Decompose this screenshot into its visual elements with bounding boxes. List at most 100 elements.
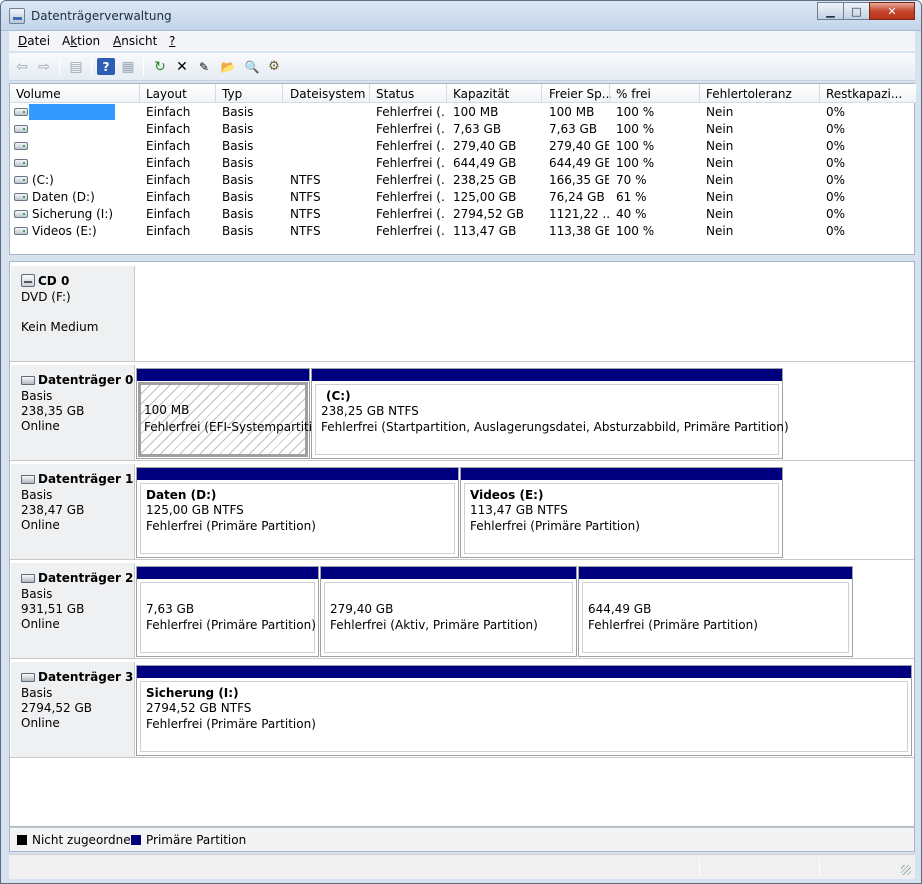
col-status[interactable]: Status xyxy=(376,87,446,101)
disk-0-label[interactable]: Datenträger 0 Basis 238,35 GB Online xyxy=(11,365,135,461)
table-row[interactable]: Videos (E:) Einfach Basis NTFS Fehlerfrei (.… xyxy=(10,223,916,240)
table-row[interactable]: (C:) Einfach Basis NTFS Fehlerfrei (... 238,2… xyxy=(10,172,916,189)
cell-cap: 2794,52 GB xyxy=(453,207,524,221)
cell-cap: 279,40 GB xyxy=(453,139,517,153)
table-row[interactable]: Einfach Basis Fehlerfrei (... 279,40 GB 279,… xyxy=(10,138,916,155)
forward-icon[interactable]: ⇨ xyxy=(35,58,53,75)
legend-unallocated-swatch xyxy=(17,835,27,845)
col-layout[interactable]: Layout xyxy=(146,87,216,101)
disk-management-icon xyxy=(9,8,25,24)
wizard-icon[interactable]: ✎ xyxy=(195,58,213,75)
col-fehlertoleranz[interactable]: Fehlertoleranz xyxy=(706,87,816,101)
partition-disk2-1[interactable]: 7,63 GB Fehlerfrei (Primäre Partition) xyxy=(136,566,319,657)
partition-videos[interactable]: Videos (E:) 113,47 GB NTFS Fehlerfrei (P… xyxy=(460,467,783,558)
partition-status: Fehlerfrei (EFI-Systempartition) xyxy=(144,420,332,434)
col-dateisystem[interactable]: Dateisystem xyxy=(290,87,370,101)
table-row[interactable]: Sicherung (I:) Einfach Basis NTFS Fehlerfrei… xyxy=(10,206,916,223)
col-typ[interactable]: Typ xyxy=(222,87,282,101)
disk-3-label[interactable]: Datenträger 3 Basis 2794,52 GB Online xyxy=(11,662,135,758)
cell-fs: NTFS xyxy=(290,173,321,187)
resize-grip-icon[interactable] xyxy=(901,865,911,875)
disk-1-label[interactable]: Datenträger 1 Basis 238,47 GB Online xyxy=(11,464,135,560)
cell-pct: 61 % xyxy=(616,190,647,204)
partition-disk2-2[interactable]: 279,40 GB Fehlerfrei (Aktiv, Primäre Par… xyxy=(320,566,577,657)
cell-typ: Basis xyxy=(222,207,254,221)
volume-icon xyxy=(14,176,28,184)
cell-cap: 100 MB xyxy=(453,105,499,119)
partition-status: Fehlerfrei (Startpartition, Auslagerungs… xyxy=(321,420,789,434)
disk-2-label[interactable]: Datenträger 2 Basis 931,51 GB Online xyxy=(11,563,135,659)
col-freier-speicher[interactable]: Freier Sp... xyxy=(549,87,611,101)
window-title: Datenträgerverwaltung xyxy=(31,9,172,23)
title-bar[interactable]: Datenträgerverwaltung ▁ □ ✕ xyxy=(1,1,921,31)
maximize-button[interactable]: □ xyxy=(843,2,870,20)
cell-typ: Basis xyxy=(222,139,254,153)
table-row[interactable]: Daten (D:) Einfach Basis NTFS Fehlerfrei (..… xyxy=(10,189,916,206)
table-row[interactable]: Einfach Basis Fehlerfrei (... 644,49 GB 644,… xyxy=(10,155,916,172)
menu-datei[interactable]: Datei xyxy=(18,34,50,48)
back-icon[interactable]: ⇦ xyxy=(13,58,31,75)
table-row[interactable]: Einfach Basis Fehlerfrei (... 100 MB 100 MB 1… xyxy=(10,104,916,121)
cell-fs: NTFS xyxy=(290,224,321,238)
volume-icon xyxy=(14,227,28,235)
delete-icon[interactable]: ✕ xyxy=(173,58,191,75)
cell-free: 76,24 GB xyxy=(549,190,605,204)
menu-help[interactable]: ? xyxy=(169,34,175,48)
settings-icon[interactable]: ⚙ xyxy=(265,58,283,75)
cell-free: 644,49 GB xyxy=(549,156,609,170)
cell-status: Fehlerfrei (... xyxy=(376,207,444,221)
volume-icon xyxy=(14,108,28,116)
partition-title: Videos (E:) xyxy=(470,488,544,502)
table-row[interactable]: Einfach Basis Fehlerfrei (... 7,63 GB 7,63 G… xyxy=(10,121,916,138)
cell-pct: 100 % xyxy=(616,156,655,170)
disk-state: Online xyxy=(21,518,60,532)
volume-list[interactable]: Volume Layout Typ Dateisystem Status Kap… xyxy=(9,83,916,255)
partition-size: 238,25 GB NTFS xyxy=(321,404,419,418)
open-folder-icon[interactable]: 📂 xyxy=(219,58,237,75)
cell-ft: Nein xyxy=(706,224,734,238)
minimize-button[interactable]: ▁ xyxy=(817,2,844,20)
col-volume[interactable]: Volume xyxy=(16,87,136,101)
help-icon[interactable]: ? xyxy=(97,58,115,75)
disk-size: 931,51 GB xyxy=(21,602,85,616)
menu-bar: Datei Aktion Ansicht ? xyxy=(9,31,915,52)
refresh-icon[interactable]: ↻ xyxy=(151,58,169,75)
partition-title: Sicherung (I:) xyxy=(146,686,239,700)
cell-typ: Basis xyxy=(222,156,254,170)
col-restkapazitaet[interactable]: Restkapazi... xyxy=(826,87,912,101)
partition-daten[interactable]: Daten (D:) 125,00 GB NTFS Fehlerfrei (Pr… xyxy=(136,467,459,558)
disk-type: Basis xyxy=(21,587,53,601)
legend-unallocated: Nicht zugeordnet xyxy=(32,833,136,847)
disk-name: Datenträger 2 xyxy=(38,571,134,585)
partition-efi[interactable]: 100 MB Fehlerfrei (EFI-Systempartition) xyxy=(136,368,332,459)
menu-ansicht[interactable]: Ansicht xyxy=(113,34,157,48)
cell-free: 100 MB xyxy=(549,105,595,119)
col-kapazitaet[interactable]: Kapazität xyxy=(453,87,543,101)
partition-size: 100 MB xyxy=(144,403,190,417)
cd-label[interactable]: CD 0 DVD (F:) Kein Medium xyxy=(11,266,135,362)
close-button[interactable]: ✕ xyxy=(869,2,915,20)
console-tree-icon[interactable]: ▤ xyxy=(67,58,85,75)
search-icon[interactable]: 🔍 xyxy=(243,58,261,75)
menu-aktion[interactable]: Aktion xyxy=(62,34,100,48)
disk-type: Basis xyxy=(21,488,53,502)
cell-rest: 0% xyxy=(826,173,846,187)
cell-ft: Nein xyxy=(706,105,734,119)
cd-drive-icon xyxy=(21,274,35,287)
properties-icon[interactable]: ▦ xyxy=(119,58,137,75)
disk-icon xyxy=(21,574,35,583)
cell-layout: Einfach xyxy=(146,207,191,221)
cell-name: Videos (E:) xyxy=(32,224,97,238)
cell-rest: 0% xyxy=(826,105,846,119)
cell-layout: Einfach xyxy=(146,139,191,153)
disk-icon xyxy=(21,673,35,682)
partition-disk2-3[interactable]: 644,49 GB Fehlerfrei (Primäre Partition) xyxy=(578,566,853,657)
selected-volume-highlight[interactable] xyxy=(29,104,115,120)
cell-rest: 0% xyxy=(826,122,846,136)
partition-status: Fehlerfrei (Primäre Partition) xyxy=(470,519,640,533)
col-prozent-frei[interactable]: % frei xyxy=(616,87,696,101)
disk-name: Datenträger 1 xyxy=(38,472,134,486)
partition-sicherung[interactable]: Sicherung (I:) 2794,52 GB NTFS Fehlerfre… xyxy=(136,665,912,756)
partition-c[interactable]: (C:) 238,25 GB NTFS Fehlerfrei (Startpar… xyxy=(311,368,789,459)
cell-layout: Einfach xyxy=(146,190,191,204)
